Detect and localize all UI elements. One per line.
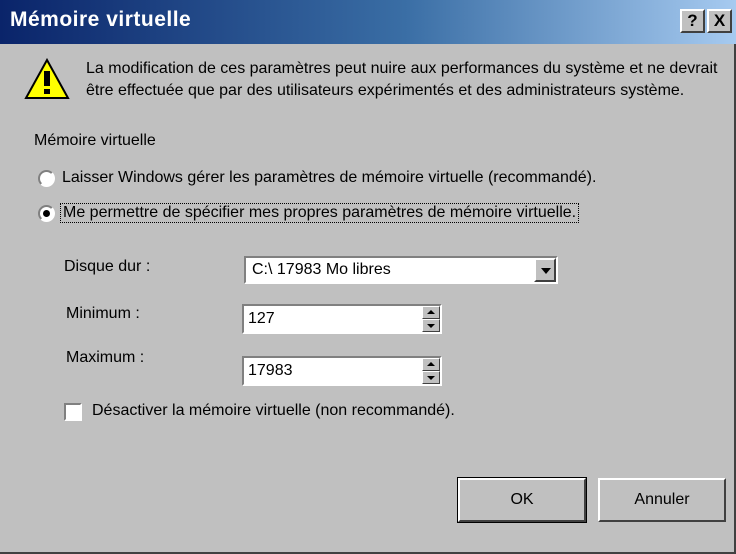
minimum-increment-button[interactable] [422,306,440,319]
arrow-down-icon [427,376,435,380]
cancel-button[interactable]: Annuler [598,478,726,522]
group-label: Mémoire virtuelle [34,132,156,149]
disable-label[interactable]: Désactiver la mémoire virtuelle (non rec… [92,402,455,420]
warning-icon [24,58,70,99]
maximum-decrement-button[interactable] [422,371,440,384]
arrow-up-icon [427,310,435,314]
maximum-input[interactable]: 17983 [242,356,442,386]
dropdown-button[interactable] [534,258,556,282]
help-button[interactable]: ? [680,9,705,33]
minimum-spinner[interactable] [422,306,440,332]
minimum-label: Minimum : [66,305,140,322]
disk-select[interactable]: C:\ 17983 Mo libres [244,256,558,284]
close-icon: X [713,11,726,30]
maximum-increment-button[interactable] [422,358,440,371]
radio-manual[interactable] [38,205,55,222]
maximum-value: 17983 [248,362,293,379]
disk-label: Disque dur : [64,258,151,275]
arrow-up-icon [427,362,435,366]
radio-auto-label[interactable]: Laisser Windows gérer les paramètres de … [62,169,596,187]
minimum-value: 127 [248,310,275,327]
arrow-down-icon [427,324,435,328]
close-button[interactable]: X [707,9,732,33]
radio-selected-dot [43,210,50,217]
window-title: Mémoire virtuelle [10,8,192,31]
radio-manual-label[interactable]: Me permettre de spécifier mes propres pa… [60,203,580,223]
ok-button[interactable]: OK [457,477,587,523]
warning-text: La modification de ces paramètres peut n… [86,60,718,99]
minimum-input[interactable]: 127 [242,304,442,334]
title-bar[interactable]: Mémoire virtuelle ? X [0,0,736,44]
disable-checkbox[interactable] [64,403,82,421]
radio-auto[interactable] [38,170,55,187]
maximum-spinner[interactable] [422,358,440,384]
maximum-label: Maximum : [66,349,145,366]
minimum-decrement-button[interactable] [422,319,440,332]
virtual-memory-dialog: Mémoire virtuelle ? X La modification de… [0,0,736,554]
disk-select-value: C:\ 17983 Mo libres [252,261,391,278]
help-icon: ? [687,11,698,30]
chevron-down-icon [541,268,551,274]
